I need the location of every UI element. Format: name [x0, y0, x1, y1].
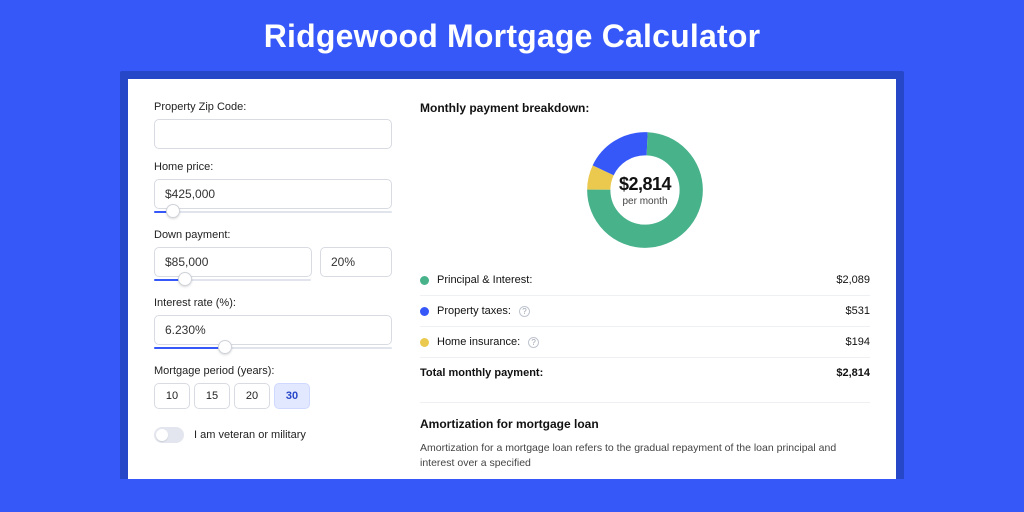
- form-column: Property Zip Code: Home price: Down paym…: [154, 101, 392, 479]
- home-price-slider[interactable]: [154, 207, 392, 217]
- donut-chart-wrap: $2,814 per month: [420, 125, 870, 265]
- card-outer: Property Zip Code: Home price: Down paym…: [120, 71, 904, 479]
- down-payment-label: Down payment:: [154, 229, 392, 241]
- period-label: Mortgage period (years):: [154, 365, 392, 377]
- amortization-section: Amortization for mortgage loan Amortizat…: [420, 402, 870, 471]
- veteran-label: I am veteran or military: [194, 429, 306, 441]
- veteran-row: I am veteran or military: [154, 427, 392, 443]
- down-payment-input[interactable]: [154, 247, 312, 277]
- down-payment-slider[interactable]: [154, 275, 392, 285]
- breakdown-title: Monthly payment breakdown:: [420, 101, 870, 115]
- amortization-text: Amortization for a mortgage loan refers …: [420, 441, 870, 471]
- breakdown-value: $531: [846, 305, 870, 317]
- calculator-card: Property Zip Code: Home price: Down paym…: [128, 79, 896, 479]
- veteran-toggle[interactable]: [154, 427, 184, 443]
- field-interest: Interest rate (%):: [154, 297, 392, 353]
- total-value: $2,814: [836, 367, 870, 379]
- period-buttons: 10152030: [154, 383, 392, 409]
- slider-thumb[interactable]: [178, 272, 192, 286]
- help-icon[interactable]: ?: [519, 306, 530, 317]
- page-title: Ridgewood Mortgage Calculator: [0, 0, 1024, 71]
- donut-center: $2,814 per month: [584, 129, 706, 251]
- breakdown-row-principal: Principal & Interest: $2,089: [420, 265, 870, 296]
- zip-label: Property Zip Code:: [154, 101, 392, 113]
- slider-thumb[interactable]: [166, 204, 180, 218]
- breakdown-label: Home insurance:: [437, 336, 520, 348]
- help-icon[interactable]: ?: [528, 337, 539, 348]
- breakdown-rows: Principal & Interest: $2,089 Property taxe…: [420, 265, 870, 388]
- donut-chart: $2,814 per month: [584, 129, 706, 251]
- legend-dot-principal: [420, 276, 429, 285]
- donut-sub: per month: [622, 196, 667, 207]
- breakdown-row-total: Total monthly payment: $2,814: [420, 358, 870, 388]
- home-price-input[interactable]: [154, 179, 392, 209]
- field-down-payment: Down payment:: [154, 229, 392, 285]
- breakdown-label: Property taxes:: [437, 305, 511, 317]
- amortization-title: Amortization for mortgage loan: [420, 417, 870, 431]
- period-button-20[interactable]: 20: [234, 383, 270, 409]
- legend-dot-insurance: [420, 338, 429, 347]
- total-label: Total monthly payment:: [420, 367, 543, 379]
- field-home-price: Home price:: [154, 161, 392, 217]
- period-button-10[interactable]: 10: [154, 383, 190, 409]
- donut-amount: $2,814: [619, 174, 671, 195]
- breakdown-row-insurance: Home insurance:? $194: [420, 327, 870, 358]
- interest-input[interactable]: [154, 315, 392, 345]
- legend-dot-taxes: [420, 307, 429, 316]
- breakdown-value: $194: [846, 336, 870, 348]
- interest-label: Interest rate (%):: [154, 297, 392, 309]
- breakdown-value: $2,089: [836, 274, 870, 286]
- period-button-30[interactable]: 30: [274, 383, 310, 409]
- field-zip: Property Zip Code:: [154, 101, 392, 149]
- down-payment-pct-input[interactable]: [320, 247, 392, 277]
- home-price-label: Home price:: [154, 161, 392, 173]
- period-button-15[interactable]: 15: [194, 383, 230, 409]
- breakdown-row-taxes: Property taxes:? $531: [420, 296, 870, 327]
- breakdown-column: Monthly payment breakdown: $2,814 per mo…: [420, 101, 870, 479]
- breakdown-label: Principal & Interest:: [437, 274, 532, 286]
- zip-input[interactable]: [154, 119, 392, 149]
- field-period: Mortgage period (years): 10152030: [154, 365, 392, 409]
- slider-thumb[interactable]: [218, 340, 232, 354]
- interest-slider[interactable]: [154, 343, 392, 353]
